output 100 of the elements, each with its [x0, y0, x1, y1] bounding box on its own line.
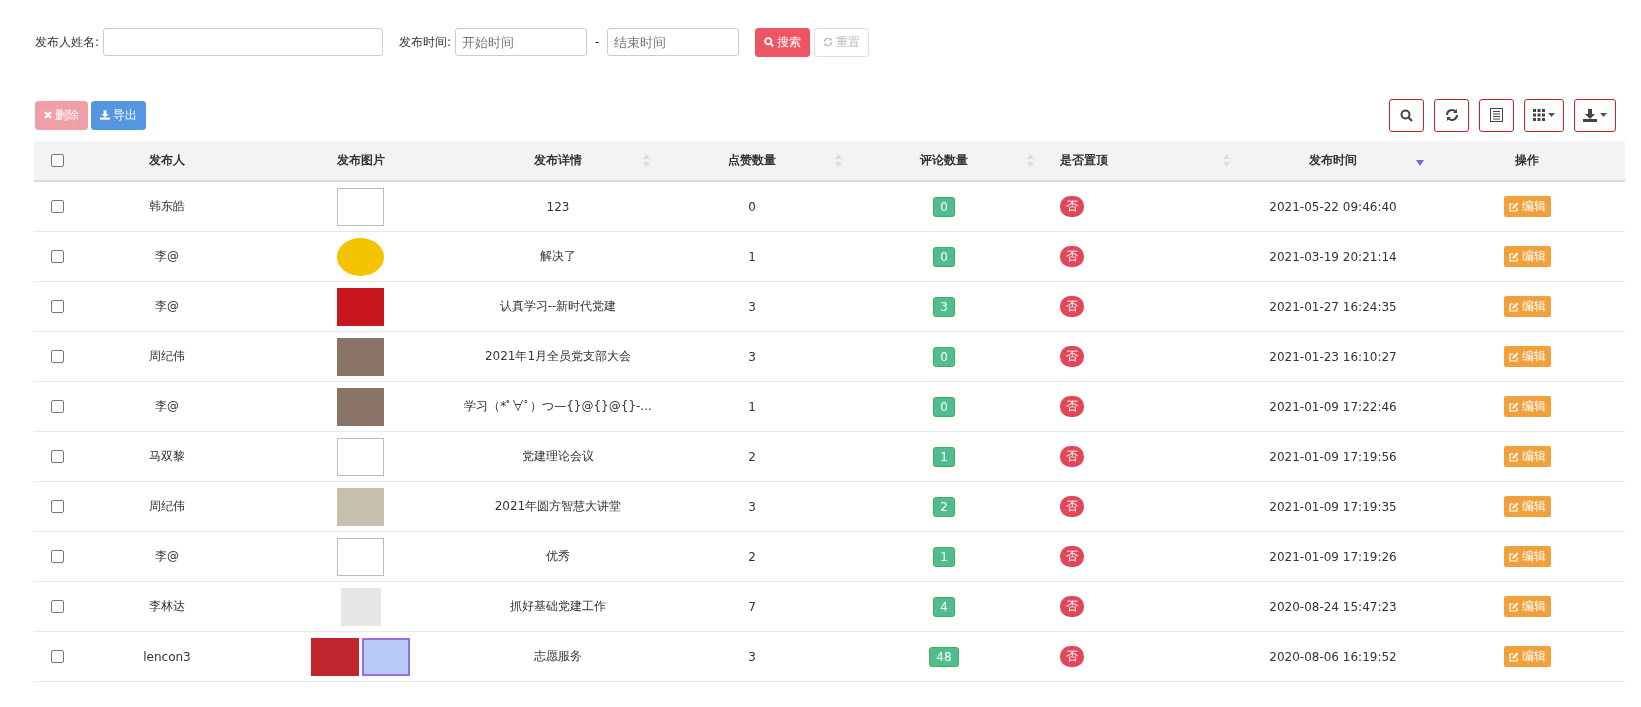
export-button[interactable]: 导出 [91, 100, 146, 130]
author-cell: 周纪伟 [149, 348, 185, 365]
row-checkbox[interactable] [50, 200, 64, 213]
column-header[interactable]: 发布时间 [1309, 152, 1357, 169]
pinned-badge: 否 [1060, 396, 1084, 417]
logo-placeholder [311, 637, 359, 676]
edit-button[interactable]: 编辑 [1503, 546, 1551, 567]
refresh-icon [823, 37, 834, 47]
likes-cell: 3 [748, 499, 756, 514]
broken-image-icon [337, 187, 384, 226]
list-view-button[interactable] [1479, 98, 1514, 132]
author-cell: 李@ [155, 548, 179, 565]
column-header[interactable]: 是否置顶 [1060, 152, 1108, 169]
name-field[interactable] [103, 28, 384, 56]
caret-icon [1548, 113, 1555, 117]
row-checkbox[interactable] [50, 300, 64, 313]
likes-cell: 3 [748, 299, 756, 314]
list-icon [1490, 108, 1503, 122]
broken-image-icon [337, 437, 384, 476]
detail-cell: 志愿服务 [534, 648, 582, 665]
pinned-badge: 否 [1060, 596, 1084, 617]
detail-cell: 党建理论会议 [522, 448, 594, 465]
likes-cell: 3 [748, 349, 756, 364]
edit-button[interactable]: 编辑 [1503, 296, 1551, 317]
time-cell: 2021-01-09 17:22:46 [1269, 399, 1397, 414]
row-checkbox[interactable] [50, 550, 64, 563]
edit-button[interactable]: 编辑 [1503, 346, 1551, 367]
range-separator: - [595, 35, 600, 49]
detail-cell: 学习（*ﾟ∀ﾟ）つ—{}@{}@{}-... [464, 398, 652, 415]
photo-placeholder [337, 387, 384, 426]
time-cell: 2021-05-22 09:46:40 [1269, 199, 1397, 214]
search-button[interactable]: 搜索 [755, 27, 811, 57]
logo-placeholder [362, 637, 410, 676]
start-date-field[interactable]: 开始时间 [455, 28, 588, 56]
row-checkbox[interactable] [50, 650, 64, 663]
edit-button[interactable]: 编辑 [1503, 496, 1551, 517]
likes-cell: 7 [748, 599, 756, 614]
author-cell: 马双黎 [149, 448, 185, 465]
detail-cell: 2021年1月全员党支部大会 [484, 348, 632, 365]
edit-icon [1508, 501, 1519, 512]
time-cell: 2021-01-23 16:10:27 [1269, 349, 1397, 364]
time-cell: 2020-08-24 15:47:23 [1269, 599, 1397, 614]
row-checkbox[interactable] [50, 350, 64, 363]
detail-cell: 抓好基础党建工作 [510, 598, 606, 615]
time-cell: 2021-03-19 20:21:14 [1269, 249, 1397, 264]
row-checkbox[interactable] [50, 500, 64, 513]
pinned-badge: 否 [1060, 346, 1084, 367]
edit-icon [1508, 301, 1519, 312]
search-button[interactable] [1389, 98, 1424, 132]
edit-button[interactable]: 编辑 [1503, 396, 1551, 417]
column-header[interactable]: 发布详情 [534, 152, 582, 169]
edit-icon [1508, 601, 1519, 612]
broken-image-icon [337, 537, 384, 576]
column-header[interactable]: 点赞数量 [728, 152, 776, 169]
time-cell: 2021-01-09 17:19:35 [1269, 499, 1397, 514]
row-checkbox[interactable] [50, 450, 64, 463]
author-cell: 李@ [155, 398, 179, 415]
photo-placeholder [337, 287, 384, 326]
row-checkbox[interactable] [50, 400, 64, 413]
edit-button[interactable]: 编辑 [1503, 596, 1551, 617]
caret-icon [1600, 113, 1607, 117]
image-placeholder [337, 237, 384, 276]
comment-count-badge: 1 [933, 446, 955, 467]
edit-button[interactable]: 编辑 [1503, 646, 1551, 667]
author-cell: 李林达 [149, 598, 185, 615]
comment-count-badge: 0 [933, 346, 955, 367]
sort-descending-icon[interactable] [1416, 160, 1424, 166]
comment-count-badge: 48 [929, 646, 959, 667]
detail-cell: 123 [546, 199, 570, 214]
refresh-button[interactable] [1434, 98, 1469, 132]
row-checkbox[interactable] [50, 250, 64, 263]
columns-button[interactable] [1524, 98, 1564, 132]
edit-button[interactable]: 编辑 [1503, 196, 1551, 217]
likes-cell: 2 [748, 449, 756, 464]
photo-placeholder [337, 487, 384, 526]
export-button[interactable] [1574, 98, 1616, 132]
comment-count-badge: 2 [933, 496, 955, 517]
edit-button[interactable]: 编辑 [1503, 446, 1551, 467]
detail-cell: 优秀 [546, 548, 570, 565]
select-all-checkbox[interactable] [50, 154, 64, 167]
author-cell: lencon3 [143, 649, 191, 664]
time-cell: 2021-01-09 17:19:56 [1269, 449, 1397, 464]
edit-button[interactable]: 编辑 [1503, 246, 1551, 267]
detail-cell: 2021年圆方智慧大讲堂 [494, 498, 622, 515]
column-header[interactable]: 评论数量 [920, 152, 968, 169]
author-cell: 韩东皓 [149, 198, 185, 215]
document-thumbnail [340, 587, 381, 626]
search-icon [1400, 108, 1413, 122]
comment-count-badge: 0 [933, 196, 955, 217]
edit-icon [1508, 401, 1519, 412]
row-checkbox[interactable] [50, 600, 64, 613]
search-icon [764, 37, 775, 47]
pinned-badge: 否 [1060, 296, 1084, 317]
pinned-badge: 否 [1060, 646, 1084, 667]
end-date-field[interactable]: 结束时间 [607, 28, 740, 56]
field-label: 发布时间: [399, 33, 452, 51]
column-header: 操作 [1515, 152, 1539, 169]
edit-icon [1508, 551, 1519, 562]
likes-cell: 1 [748, 249, 756, 264]
column-header: 发布人 [149, 152, 185, 169]
